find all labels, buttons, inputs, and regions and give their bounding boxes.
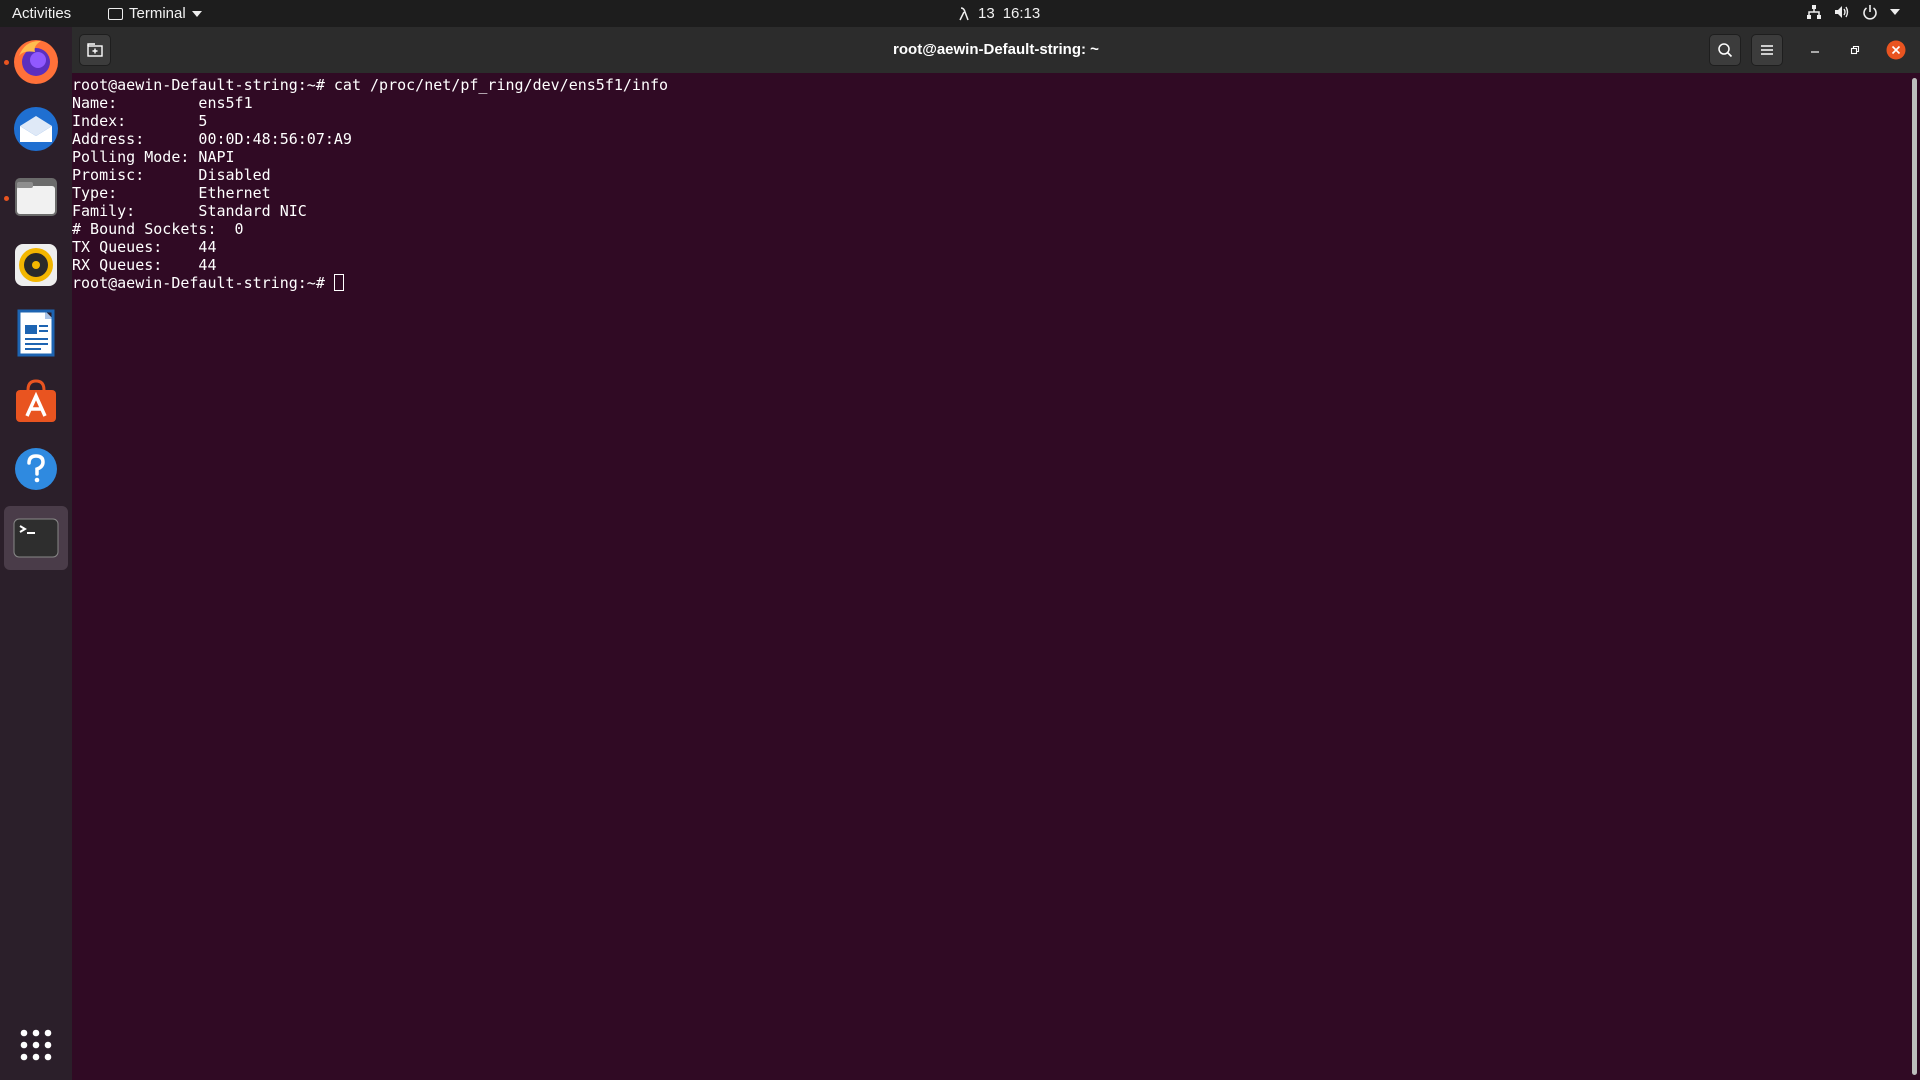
terminal-line: RX Queues: 44: [72, 256, 217, 274]
minimize-button[interactable]: [1799, 34, 1831, 66]
running-indicator: [4, 196, 9, 201]
dock: [0, 27, 72, 1080]
power-icon[interactable]: [1862, 4, 1878, 20]
software-icon: [16, 379, 56, 422]
clock-prefix: 13: [978, 5, 995, 22]
terminal-line: Address: 00:0D:48:56:07:A9: [72, 130, 352, 148]
dock-item-software[interactable]: [10, 375, 62, 427]
terminal-line: Name: ens5f1: [72, 94, 253, 112]
clock[interactable]: 13 16:13: [958, 5, 1040, 22]
terminal-icon: [108, 7, 123, 20]
top-bar: Activities Terminal 13 16:13: [0, 0, 1920, 27]
window-header: root@aewin-Default-string: ~: [72, 27, 1920, 73]
clock-time: 16:13: [1002, 5, 1041, 22]
firefox-icon: [14, 40, 58, 84]
terminal-line: root@aewin-Default-string:~# cat /proc/n…: [72, 76, 669, 94]
writer-icon: [17, 309, 55, 357]
terminal-prompt-line[interactable]: root@aewin-Default-string:~#: [72, 274, 668, 292]
terminal-icon: [13, 518, 59, 558]
terminal-line: Family: Standard NIC: [72, 202, 307, 220]
grid-icon: [20, 1029, 52, 1061]
search-button[interactable]: [1709, 34, 1741, 66]
rhythmbox-icon: [15, 244, 57, 286]
terminal-line: Promisc: Disabled: [72, 166, 271, 184]
menu-button[interactable]: [1751, 34, 1783, 66]
close-icon: [1886, 40, 1906, 60]
minimize-icon: [1811, 51, 1819, 53]
dock-item-help[interactable]: [10, 443, 62, 495]
network-icon[interactable]: [1806, 4, 1822, 20]
volume-icon[interactable]: [1834, 4, 1850, 20]
running-indicator: [4, 60, 9, 65]
help-icon: [15, 448, 57, 490]
terminal-output: root@aewin-Default-string:~# cat /proc/n…: [72, 76, 668, 292]
restore-icon: [1850, 45, 1860, 55]
files-icon: [15, 178, 57, 216]
hamburger-menu-icon: [1761, 45, 1773, 55]
close-button[interactable]: [1880, 34, 1912, 66]
dock-item-firefox[interactable]: [10, 35, 62, 87]
chevron-down-icon[interactable]: [1890, 9, 1900, 15]
thunderbird-icon: [14, 107, 58, 151]
window-title: root@aewin-Default-string: ~: [893, 41, 1099, 58]
terminal-area[interactable]: root@aewin-Default-string:~# cat /proc/n…: [72, 73, 1920, 1080]
dock-item-rhythmbox[interactable]: [10, 239, 62, 291]
dock-item-terminal[interactable]: [4, 506, 68, 570]
terminal-line: Polling Mode: NAPI: [72, 148, 235, 166]
scrollbar[interactable]: [1912, 78, 1917, 1075]
app-menu[interactable]: Terminal: [108, 5, 202, 22]
restore-button[interactable]: [1839, 34, 1871, 66]
lambda-icon: [959, 6, 969, 20]
dock-item-thunderbird[interactable]: [10, 103, 62, 155]
terminal-line: Index: 5: [72, 112, 208, 130]
show-applications-button[interactable]: [10, 1019, 62, 1071]
terminal-cursor: [333, 274, 344, 291]
dock-item-writer[interactable]: [10, 307, 62, 359]
terminal-line: TX Queues: 44: [72, 238, 217, 256]
system-tray[interactable]: [1806, 4, 1900, 20]
terminal-line: # Bound Sockets: 0: [72, 220, 244, 238]
activities-button[interactable]: Activities: [12, 5, 71, 22]
dock-item-files[interactable]: [10, 171, 62, 223]
search-icon: [1718, 43, 1733, 58]
terminal-prompt: root@aewin-Default-string:~#: [72, 274, 334, 292]
chevron-down-icon: [191, 10, 202, 17]
terminal-line: Type: Ethernet: [72, 184, 271, 202]
app-menu-label: Terminal: [129, 5, 186, 22]
